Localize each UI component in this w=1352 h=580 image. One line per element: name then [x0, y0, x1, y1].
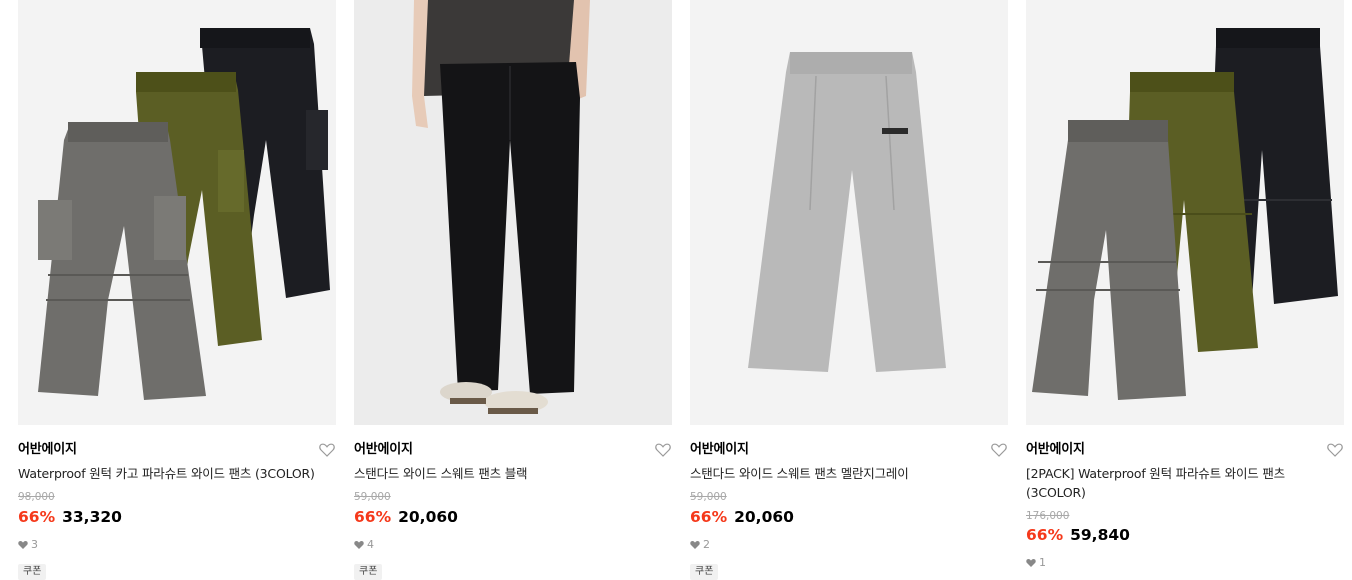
cargo-pants-image [18, 0, 336, 425]
sale-price: 59,840 [1070, 526, 1130, 544]
price-row: 66% 33,320 [18, 507, 122, 527]
price-row: 66% 20,060 [690, 507, 794, 527]
product-image[interactable] [690, 0, 1008, 425]
product-image[interactable] [354, 0, 672, 425]
likes-count: 2 [690, 538, 710, 552]
heart-outline-icon[interactable] [654, 441, 672, 459]
likes-value: 3 [31, 538, 38, 551]
product-image[interactable] [1026, 0, 1344, 425]
heart-filled-icon [1026, 559, 1036, 567]
brand-name[interactable]: 어반에이지 [18, 441, 77, 459]
product-card[interactable]: 어반에이지 Waterproof 원턱 카고 파라슈트 와이드 팬츠 (3COL… [18, 0, 336, 580]
brand-name[interactable]: 어반에이지 [354, 441, 413, 459]
parachute-pants-image [1026, 0, 1344, 425]
sale-price: 20,060 [398, 508, 458, 526]
sale-price: 33,320 [62, 508, 122, 526]
heart-filled-icon [354, 541, 364, 549]
product-name[interactable]: [2PACK] Waterproof 원턱 파라슈트 와이드 팬츠 (3COLO… [1026, 464, 1336, 502]
grey-sweat-pants-image [690, 0, 1008, 425]
likes-count: 4 [354, 538, 374, 552]
product-name[interactable]: Waterproof 원턱 카고 파라슈트 와이드 팬츠 (3COLOR) [18, 464, 328, 483]
coupon-badge: 쿠폰 [354, 564, 383, 580]
heart-filled-icon [690, 541, 700, 549]
heart-filled-icon [18, 541, 28, 549]
price-row: 66% 59,840 [1026, 525, 1130, 545]
discount-rate: 66% [1026, 526, 1064, 544]
product-image[interactable] [18, 0, 336, 425]
sale-price: 20,060 [734, 508, 794, 526]
brand-name[interactable]: 어반에이지 [1026, 441, 1085, 459]
discount-rate: 66% [690, 508, 728, 526]
original-price: 59,000 [354, 491, 391, 503]
heart-outline-icon[interactable] [1326, 441, 1344, 459]
product-card[interactable]: 어반에이지 스탠다드 와이드 스웨트 팬츠 멜란지그레이 59,000 66% 2… [690, 0, 1008, 580]
model-black-pants-image [354, 0, 672, 425]
likes-count: 1 [1026, 556, 1046, 570]
discount-rate: 66% [18, 508, 56, 526]
heart-outline-icon[interactable] [990, 441, 1008, 459]
brand-name[interactable]: 어반에이지 [690, 441, 749, 459]
product-card[interactable]: 어반에이지 스탠다드 와이드 스웨트 팬츠 블랙 59,000 66% 20,06… [354, 0, 672, 580]
coupon-badge: 쿠폰 [690, 564, 719, 580]
likes-count: 3 [18, 538, 38, 552]
original-price: 176,000 [1026, 510, 1070, 522]
price-row: 66% 20,060 [354, 507, 458, 527]
discount-rate: 66% [354, 508, 392, 526]
likes-value: 1 [1039, 556, 1046, 569]
original-price: 59,000 [690, 491, 727, 503]
likes-value: 2 [703, 538, 710, 551]
coupon-badge: 쿠폰 [18, 564, 47, 580]
likes-value: 4 [367, 538, 374, 551]
product-name[interactable]: 스탠다드 와이드 스웨트 팬츠 멜란지그레이 [690, 464, 1000, 483]
product-card[interactable]: 어반에이지 [2PACK] Waterproof 원턱 파라슈트 와이드 팬츠 … [1026, 0, 1344, 579]
product-name[interactable]: 스탠다드 와이드 스웨트 팬츠 블랙 [354, 464, 664, 483]
heart-outline-icon[interactable] [318, 441, 336, 459]
product-grid: 어반에이지 Waterproof 원턱 카고 파라슈트 와이드 팬츠 (3COL… [0, 0, 1352, 580]
original-price: 98,000 [18, 491, 55, 503]
